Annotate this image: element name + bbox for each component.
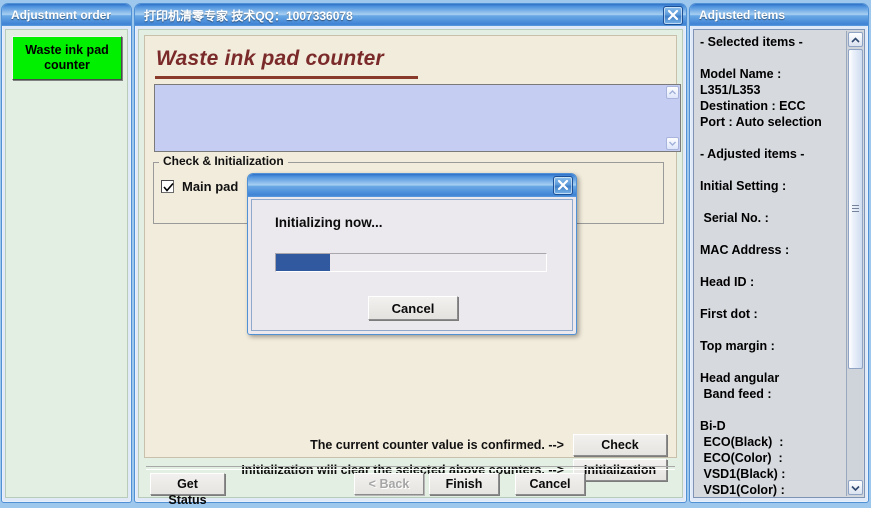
adjustment-order-title: Adjustment order	[11, 8, 111, 22]
check-icon	[163, 182, 174, 193]
initializing-dialog-body: Initializing now... Cancel	[251, 199, 573, 331]
waste-ink-pad-counter-button[interactable]: Waste ink pad counter	[12, 36, 122, 80]
scrollbar-grip-icon	[852, 205, 859, 213]
finish-button[interactable]: Finish	[429, 473, 499, 495]
initializing-progress-bar	[275, 253, 547, 272]
adjusted-items-body: - Selected items - Model Name : L351/L35…	[693, 29, 865, 498]
adjustment-order-titlebar: Adjustment order	[2, 4, 131, 26]
main-pad-checkbox-label: Main pad	[182, 179, 238, 194]
adjustment-order-panel: Adjustment order Waste ink pad counter	[1, 3, 132, 503]
log-textarea[interactable]	[154, 84, 665, 152]
initializing-dialog-titlebar	[248, 174, 576, 197]
cancel-button[interactable]: Cancel	[515, 473, 585, 495]
close-icon[interactable]	[553, 176, 573, 195]
initializing-progress-fill	[276, 254, 330, 271]
check-initialization-legend: Check & Initialization	[159, 154, 288, 168]
chevron-down-icon[interactable]	[848, 480, 863, 495]
check-button[interactable]: Check	[573, 434, 667, 456]
dialog-cancel-button-label: Cancel	[392, 301, 435, 316]
waste-ink-pad-counter-button-label: Waste ink pad counter	[25, 43, 109, 73]
adjustment-order-body: Waste ink pad counter	[5, 29, 128, 498]
dialog-cancel-button[interactable]: Cancel	[368, 296, 458, 320]
back-button: < Back	[354, 473, 424, 495]
check-row-label: The current counter value is confirmed. …	[310, 438, 564, 452]
chevron-up-icon[interactable]	[848, 32, 863, 47]
check-row: The current counter value is confirmed. …	[310, 434, 667, 456]
close-icon[interactable]	[663, 6, 683, 25]
adjusted-items-title: Adjusted items	[699, 8, 785, 22]
main-pad-checkbox[interactable]	[161, 180, 174, 193]
page-title: Waste ink pad counter	[156, 47, 384, 71]
app-root: Adjustment order Waste ink pad counter 打…	[0, 0, 871, 506]
adjusted-items-titlebar: Adjusted items	[690, 4, 868, 26]
main-window-title: 打印机清零专家 技术QQ：1007336078	[144, 7, 353, 24]
chevron-up-icon[interactable]	[666, 86, 679, 99]
get-status-button[interactable]: Get Status	[150, 473, 225, 495]
initializing-dialog-message: Initializing now...	[275, 215, 383, 230]
chevron-down-icon[interactable]	[666, 137, 679, 150]
initializing-dialog: Initializing now... Cancel	[247, 173, 577, 335]
adjusted-items-scrollbar[interactable]	[846, 31, 863, 496]
log-scrollbar[interactable]	[665, 84, 681, 152]
footer-divider	[146, 466, 675, 470]
adjusted-items-panel: Adjusted items - Selected items - Model …	[689, 3, 869, 503]
main-pad-checkbox-row[interactable]: Main pad	[161, 179, 238, 194]
scrollbar-thumb[interactable]	[848, 49, 863, 369]
footer-button-bar: Get Status < Back Finish Cancel	[139, 473, 682, 503]
adjusted-items-text: - Selected items - Model Name : L351/L35…	[700, 34, 842, 498]
main-window-titlebar: 打印机清零专家 技术QQ：1007336078	[135, 4, 686, 26]
page-title-underline	[155, 76, 418, 79]
